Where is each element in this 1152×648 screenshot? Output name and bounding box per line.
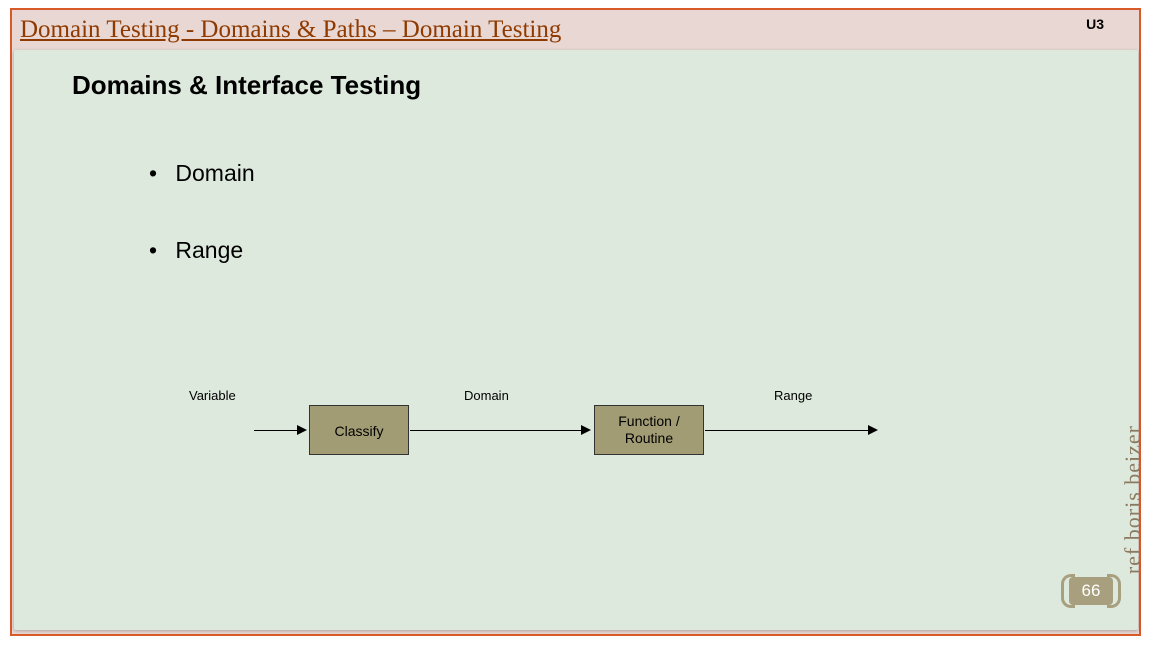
diagram-label-variable: Variable [189,388,236,403]
arrow-head-icon [581,425,591,435]
box-label: Function / Routine [595,413,703,447]
classify-box: Classify [309,405,409,455]
arrow-head-icon [868,425,878,435]
content-area: Domains & Interface Testing • Domain • R… [14,50,1138,630]
page-number: 66 [1082,581,1101,601]
citation-side-text: ref boris beizer [1120,425,1146,574]
bracket-right-icon [1107,574,1121,608]
arrow-line [254,430,299,431]
unit-label: U3 [1086,16,1104,32]
arrow-line [410,430,583,431]
diagram-label-range: Range [774,388,812,403]
title-strip: Domain Testing - Domains & Paths – Domai… [12,10,1139,46]
bullet-dot-icon: • [149,160,169,187]
function-box: Function / Routine [594,405,704,455]
section-heading: Domains & Interface Testing [72,70,421,101]
page-number-badge: 66 [1069,577,1113,605]
bullet-dot-icon: • [149,237,169,264]
page-title: Domain Testing - Domains & Paths – Domai… [20,16,561,44]
box-label: Classify [334,423,383,440]
bullet-text: Range [175,237,243,263]
bullet-item: • Domain [149,160,255,187]
slide-frame: Domain Testing - Domains & Paths – Domai… [10,8,1141,636]
bullet-list: • Domain • Range [149,160,255,314]
bullet-text: Domain [175,160,254,186]
arrow-line [705,430,870,431]
flow-diagram: Variable Domain Range Classify Function … [134,360,914,480]
diagram-label-domain: Domain [464,388,509,403]
arrow-head-icon [297,425,307,435]
bullet-item: • Range [149,237,255,264]
